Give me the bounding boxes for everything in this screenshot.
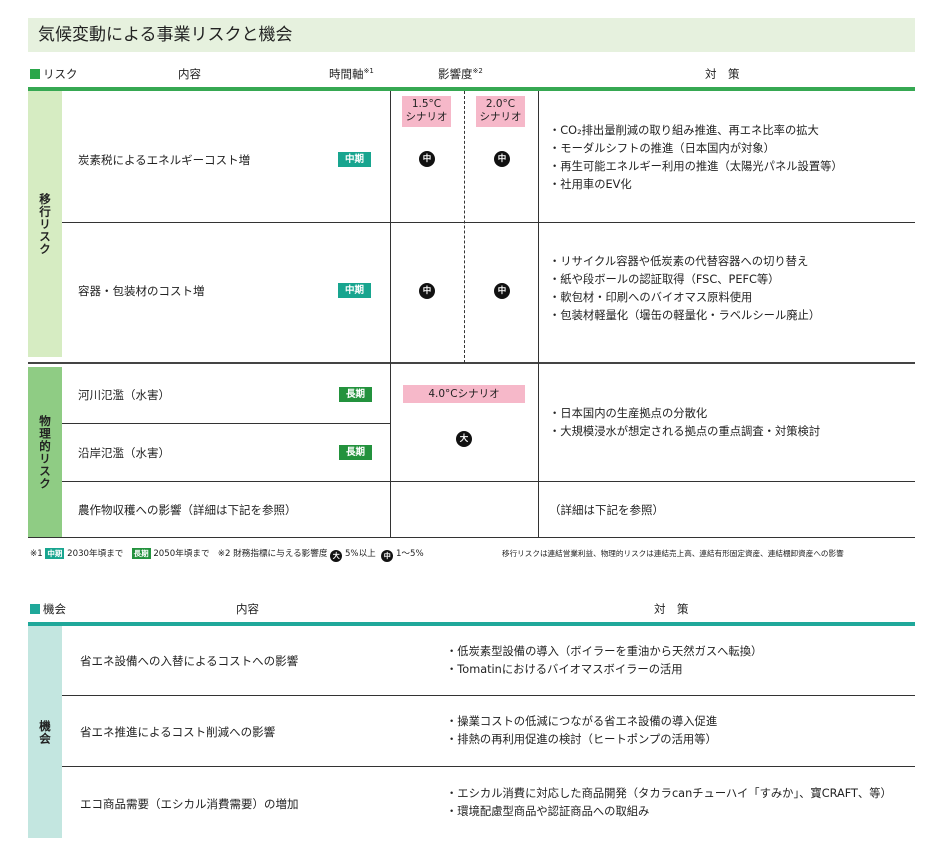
- impact-mid-icon: 中: [419, 151, 435, 167]
- row-divider: [62, 222, 915, 223]
- opportunity-measures-header: 対 策: [654, 602, 689, 616]
- physical-risk-label: 物理的リスク: [28, 367, 62, 537]
- opportunity-content: エコ商品需要（エシカル消費需要）の増加: [80, 797, 299, 811]
- row-divider: [62, 766, 915, 767]
- legend-big-icon: 大: [330, 550, 343, 562]
- impact-mid-icon: 中: [494, 283, 510, 299]
- risk-content: 容器・包装材のコスト増: [78, 284, 205, 298]
- impact-mid-icon: 中: [494, 151, 510, 167]
- risk-section-header: リスク: [30, 66, 78, 82]
- opportunity-content-header: 内容: [236, 602, 259, 616]
- agri-measures: （詳細は下記を参照）: [549, 503, 664, 517]
- measures-header: 対 策: [705, 67, 740, 81]
- legend-notes: ※1 中期 2030年頃まで 長期 2050年頃まで ※2 財務指標に与える影響…: [30, 548, 424, 562]
- scenario-divider: [464, 91, 465, 363]
- table-bottom-line: [28, 537, 915, 538]
- risk-content: 炭素税によるエネルギーコスト増: [78, 153, 251, 167]
- title-bar: 気候変動による事業リスクと機会: [28, 18, 915, 52]
- timeline-badge-long: 長期: [339, 445, 372, 460]
- scenario-1-5: 1.5°C シナリオ: [402, 96, 451, 127]
- row-divider: [62, 481, 915, 482]
- scenario-2-0: 2.0°C シナリオ: [476, 96, 525, 127]
- scenario-4-0: 4.0°Cシナリオ: [403, 385, 525, 403]
- opportunity-section-header: 機会: [30, 601, 66, 617]
- impact-big-icon: 大: [456, 431, 472, 447]
- opportunity-header-line: [28, 622, 915, 626]
- row-divider: [62, 423, 390, 424]
- timeline-badge-long: 長期: [339, 387, 372, 402]
- timeline-badge-mid: 中期: [338, 152, 371, 167]
- legend-long-badge: 長期: [131, 548, 151, 559]
- col-divider: [390, 91, 391, 537]
- opportunity-content: 省エネ推進によるコスト削減への影響: [80, 725, 276, 739]
- opportunity-label: 機会: [28, 626, 62, 838]
- opportunity-content: 省エネ設備への入替によるコストへの影響: [80, 654, 299, 668]
- measures-list: ・リサイクル容器や低炭素の代替容器への切り替え ・紙や段ボールの認証取得（FSC…: [549, 255, 821, 322]
- green-square-icon: [30, 69, 40, 79]
- row-divider: [62, 695, 915, 696]
- teal-square-icon: [30, 604, 40, 614]
- col-divider: [538, 91, 539, 537]
- legend-mid-icon: 中: [381, 550, 394, 562]
- risk-content: 河川氾濫（水害）: [78, 388, 170, 402]
- risk-content-header: 内容: [178, 67, 201, 81]
- measures-list: ・日本国内の生産拠点の分散化 ・大規模浸水が想定される拠点の重点調査・対策検討: [549, 407, 821, 438]
- opportunity-measures: ・操業コストの低減につながる省エネ設備の導入促進 ・排熱の再利用促進の検討（ヒー…: [446, 715, 718, 746]
- impact-header: 影響度※2: [438, 67, 483, 81]
- page-title: 気候変動による事業リスクと機会: [38, 25, 293, 45]
- timeline-header: 時間軸※1: [329, 67, 374, 81]
- risk-content: 農作物収穫への影響（詳細は下記を参照）: [78, 503, 297, 517]
- opportunity-measures: ・エシカル消費に対応した商品開発（タカラcanチューハイ「すみか」、寶CRAFT…: [446, 787, 892, 818]
- legend-mid-badge: 中期: [45, 548, 65, 559]
- footnote: 移行リスクは連結営業利益、物理的リスクは連結売上高、連結有形固定資産、連結棚卸資…: [502, 549, 844, 558]
- opportunity-measures: ・低炭素型設備の導入（ボイラーを重油から天然ガスへ転換） ・Tomatinにおけ…: [446, 645, 763, 676]
- transition-risk-label: 移行リスク: [28, 91, 62, 357]
- section-divider: [28, 362, 915, 364]
- timeline-badge-mid: 中期: [338, 283, 371, 298]
- risk-content: 沿岸氾濫（水害）: [78, 446, 170, 460]
- measures-list: ・CO₂排出量削減の取り組み推進、再エネ比率の拡大 ・モーダルシフトの推進（日本…: [549, 124, 843, 191]
- impact-mid-icon: 中: [419, 283, 435, 299]
- risk-header-line: [28, 87, 915, 91]
